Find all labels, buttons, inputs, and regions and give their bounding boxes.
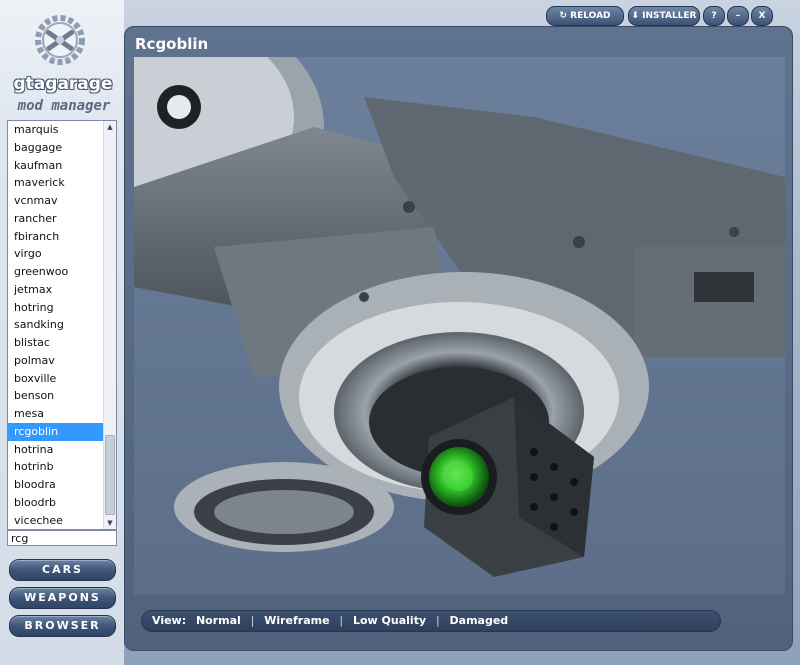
reload-label: RELOAD (570, 11, 611, 21)
list-item[interactable]: hotrinb (8, 458, 104, 476)
sidebar: gtagarage mod manager marquis baggage kauf… (0, 0, 124, 665)
main-panel: Rcgoblin View: Normal | Wireframe | Low … (124, 26, 793, 651)
browser-button[interactable]: BROWSER (9, 615, 116, 637)
view-mode-bar: View: Normal | Wireframe | Low Quality |… (141, 610, 721, 632)
reload-icon: ↻ (559, 11, 571, 21)
list-item[interactable]: virgo (8, 245, 104, 263)
list-item[interactable]: vicechee (8, 512, 104, 530)
list-item[interactable]: hotrina (8, 441, 104, 459)
list-item[interactable]: greenwoo (8, 263, 104, 281)
logo-wordmark: gtagarage (13, 74, 113, 94)
reload-button[interactable]: ↻ RELOAD (546, 6, 624, 26)
search-input[interactable] (7, 530, 117, 546)
list-item[interactable]: bloodra (8, 476, 104, 494)
list-item[interactable]: polmav (8, 352, 104, 370)
vehicle-list-items: marquis baggage kaufman maverick vcnmav ranch… (8, 121, 104, 529)
app-window: gtagarage mod manager marquis baggage kauf… (0, 0, 800, 665)
list-item[interactable]: boxville (8, 370, 104, 388)
view-mode-damaged[interactable]: Damaged (450, 614, 509, 627)
installer-label: INSTALLER (642, 11, 697, 21)
list-item[interactable]: maverick (8, 174, 104, 192)
view-label: View: (152, 614, 187, 627)
minimize-button[interactable]: – (727, 6, 749, 26)
list-item[interactable]: mesa (8, 405, 104, 423)
help-button[interactable]: ? (703, 6, 725, 26)
separator: | (435, 614, 440, 627)
separator: | (250, 614, 255, 627)
separator: | (339, 614, 344, 627)
list-item[interactable]: blistac (8, 334, 104, 352)
list-item[interactable]: benson (8, 387, 104, 405)
list-item[interactable]: kaufman (8, 157, 104, 175)
list-item[interactable]: bloodrb (8, 494, 104, 512)
close-button[interactable]: X (751, 6, 773, 26)
list-item[interactable]: jetmax (8, 281, 104, 299)
logo-subtitle: mod manager (17, 98, 111, 114)
scroll-down-arrow-icon[interactable]: ▼ (104, 517, 116, 529)
vehicle-3d-render (134, 57, 785, 577)
scroll-thumb[interactable] (105, 435, 115, 515)
list-item[interactable]: rancher (8, 210, 104, 228)
list-item[interactable]: marquis (8, 121, 104, 139)
installer-button[interactable]: ⬇ INSTALLER (628, 6, 700, 26)
list-item[interactable]: fbiranch (8, 228, 104, 246)
download-icon: ⬇ (631, 11, 643, 21)
list-item[interactable]: hotring (8, 299, 104, 317)
gear-wrench-logo-icon (35, 15, 85, 65)
weapons-button[interactable]: WEAPONS (9, 587, 116, 609)
vehicle-list: marquis baggage kaufman maverick vcnmav ranch… (7, 120, 117, 530)
logo: gtagarage mod manager (6, 6, 118, 116)
view-mode-normal[interactable]: Normal (196, 614, 241, 627)
list-item[interactable]: baggage (8, 139, 104, 157)
cars-button[interactable]: CARS (9, 559, 116, 581)
list-item[interactable]: vcnmav (8, 192, 104, 210)
list-item[interactable]: sandking (8, 316, 104, 334)
model-viewport[interactable] (134, 57, 785, 595)
page-title: Rcgoblin (135, 35, 209, 53)
view-mode-low-quality[interactable]: Low Quality (353, 614, 426, 627)
view-mode-wireframe[interactable]: Wireframe (264, 614, 329, 627)
scroll-up-arrow-icon[interactable]: ▲ (104, 121, 116, 133)
list-scrollbar[interactable]: ▲ ▼ (103, 121, 116, 529)
list-item[interactable]: rcgoblin (8, 422, 104, 441)
